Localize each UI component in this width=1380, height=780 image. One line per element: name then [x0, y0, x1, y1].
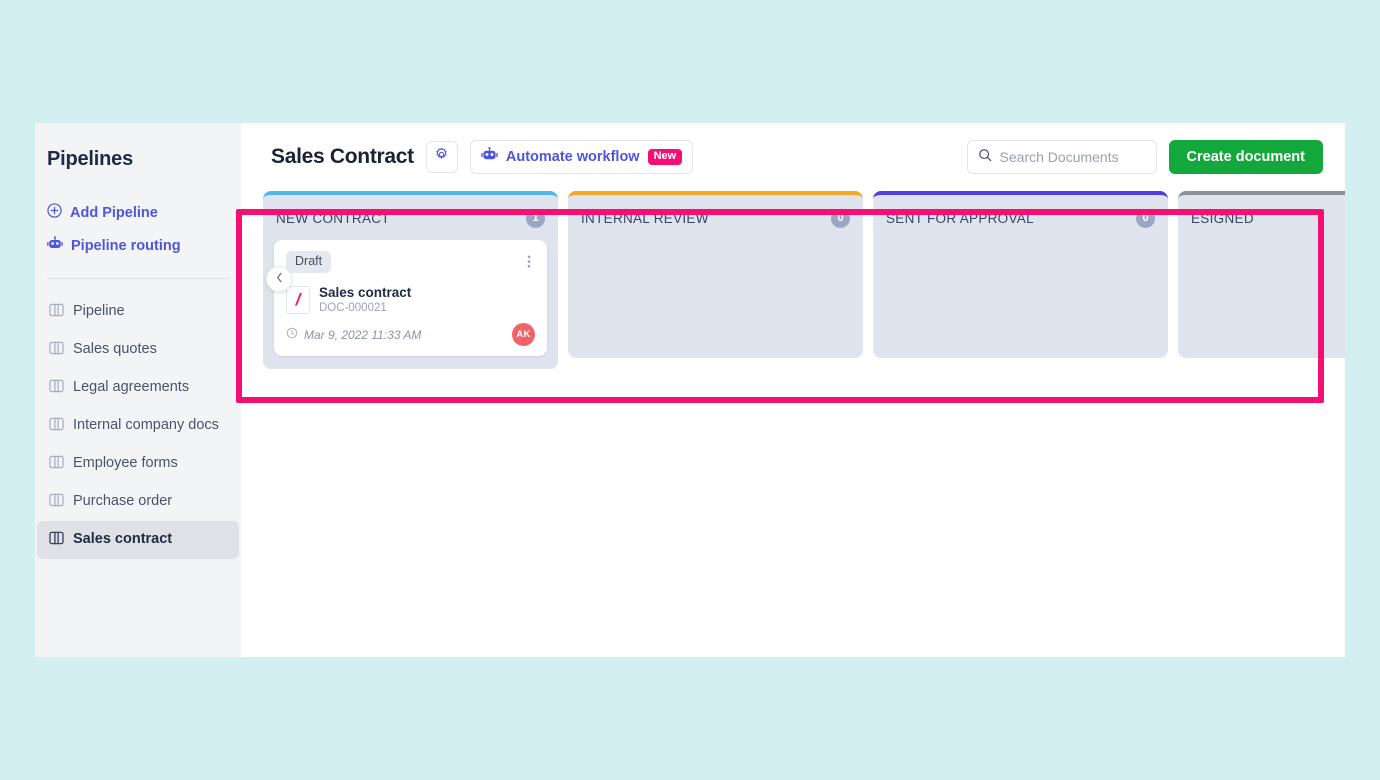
board-icon [49, 379, 64, 399]
status-badge: Draft [286, 251, 332, 273]
card-date: Mar 9, 2022 11:33 AM [286, 327, 421, 342]
gear-icon [434, 147, 449, 167]
board-icon [49, 493, 64, 513]
column-title: ESIGNED [1191, 210, 1254, 226]
sidebar-nav: Pipeline Sales quotes Legal agreements I… [35, 293, 241, 559]
kanban-column-internal-review[interactable]: INTERNAL REVIEW 0 [568, 191, 863, 358]
sidebar-item-label: Internal company docs [73, 417, 219, 433]
robot-icon [481, 146, 498, 167]
column-cards [579, 240, 852, 345]
collapse-sidebar-button[interactable] [266, 266, 292, 292]
search-input[interactable] [999, 149, 1146, 165]
column-header: NEW CONTRACT 1 [274, 207, 547, 229]
search-icon [978, 148, 992, 167]
pipeline-routing-label: Pipeline routing [71, 237, 181, 254]
board-icon [49, 303, 64, 323]
chevron-left-icon [275, 270, 284, 288]
sidebar-item-sales-contract[interactable]: Sales contract [37, 521, 239, 559]
card-footer: Mar 9, 2022 11:33 AM AK [286, 323, 535, 346]
pipeline-settings-button[interactable] [425, 141, 458, 173]
column-cards [1189, 240, 1345, 345]
sidebar-title: Pipelines [47, 148, 134, 170]
kanban-board: NEW CONTRACT 1 Draft / Sales contract DO… [241, 191, 1345, 369]
column-title: INTERNAL REVIEW [581, 210, 709, 226]
column-count-badge: 1 [526, 208, 545, 228]
sidebar-item-sales-quotes[interactable]: Sales quotes [37, 331, 239, 369]
sidebar-item-pipeline[interactable]: Pipeline [37, 293, 239, 331]
sidebar-item-label: Employee forms [73, 455, 178, 471]
page-title: Sales Contract [271, 145, 414, 168]
new-badge: New [647, 149, 683, 165]
sidebar-item-label: Sales contract [73, 531, 173, 547]
add-pipeline-label: Add Pipeline [70, 204, 158, 221]
sidebar-item-label: Legal agreements [73, 379, 190, 395]
column-header: SENT FOR APPROVAL 0 [884, 207, 1157, 229]
sidebar-divider [47, 278, 229, 279]
top-toolbar: Sales Contract Automate workflow New Sea… [241, 123, 1345, 191]
create-document-button[interactable]: Create document [1168, 140, 1323, 174]
sidebar: Pipelines Add Pipeline Pipeline routing … [35, 123, 241, 657]
column-cards: Draft / Sales contract DOC-000021 Mar 9,… [274, 240, 547, 356]
card-body: / Sales contract DOC-000021 [286, 285, 535, 314]
document-icon: / [286, 285, 310, 314]
avatar[interactable]: AK [512, 323, 535, 346]
board-icon [49, 417, 64, 437]
kanban-column-esigned[interactable]: ESIGNED [1178, 191, 1345, 358]
automate-workflow-label: Automate workflow [505, 149, 640, 165]
column-header: INTERNAL REVIEW 0 [579, 207, 852, 229]
more-vertical-icon[interactable] [523, 251, 535, 277]
column-title: NEW CONTRACT [276, 210, 390, 226]
column-count-badge: 0 [831, 208, 850, 228]
main-content: Sales Contract Automate workflow New Sea… [241, 123, 1345, 657]
card-header: Draft [286, 251, 535, 277]
card-text: Sales contract DOC-000021 [319, 285, 411, 314]
column-count-badge: 0 [1136, 208, 1155, 228]
board-icon [49, 531, 64, 551]
column-header: ESIGNED [1189, 207, 1345, 229]
sidebar-item-legal-agreements[interactable]: Legal agreements [37, 369, 239, 407]
card-document-id: DOC-000021 [319, 302, 387, 314]
clock-icon [286, 327, 298, 342]
search-box[interactable] [966, 140, 1157, 174]
sidebar-item-employee-forms[interactable]: Employee forms [37, 445, 239, 483]
sidebar-item-label: Sales quotes [73, 341, 157, 357]
sidebar-item-label: Purchase order [73, 493, 173, 509]
robot-icon [47, 236, 63, 255]
document-card[interactable]: Draft / Sales contract DOC-000021 Mar 9,… [274, 240, 547, 356]
card-date-text: Mar 9, 2022 11:33 AM [304, 327, 422, 342]
board-icon [49, 341, 64, 361]
sidebar-actions: Add Pipeline Pipeline routing [35, 196, 241, 262]
sidebar-item-label: Pipeline [73, 303, 125, 319]
sidebar-item-internal-company-docs[interactable]: Internal company docs [37, 407, 239, 445]
column-cards [884, 240, 1157, 345]
add-pipeline-button[interactable]: Add Pipeline [35, 196, 241, 229]
column-title: SENT FOR APPROVAL [886, 210, 1034, 226]
pipeline-routing-button[interactable]: Pipeline routing [35, 229, 241, 262]
kanban-column-sent-for-approval[interactable]: SENT FOR APPROVAL 0 [873, 191, 1168, 358]
kanban-column-new-contract[interactable]: NEW CONTRACT 1 Draft / Sales contract DO… [263, 191, 558, 369]
card-title: Sales contract [319, 285, 412, 300]
plus-circle-icon [47, 203, 62, 222]
app-window: Pipelines Add Pipeline Pipeline routing … [35, 123, 1345, 657]
board-icon [49, 455, 64, 475]
sidebar-item-purchase-order[interactable]: Purchase order [37, 483, 239, 521]
automate-workflow-button[interactable]: Automate workflow New [469, 140, 694, 174]
